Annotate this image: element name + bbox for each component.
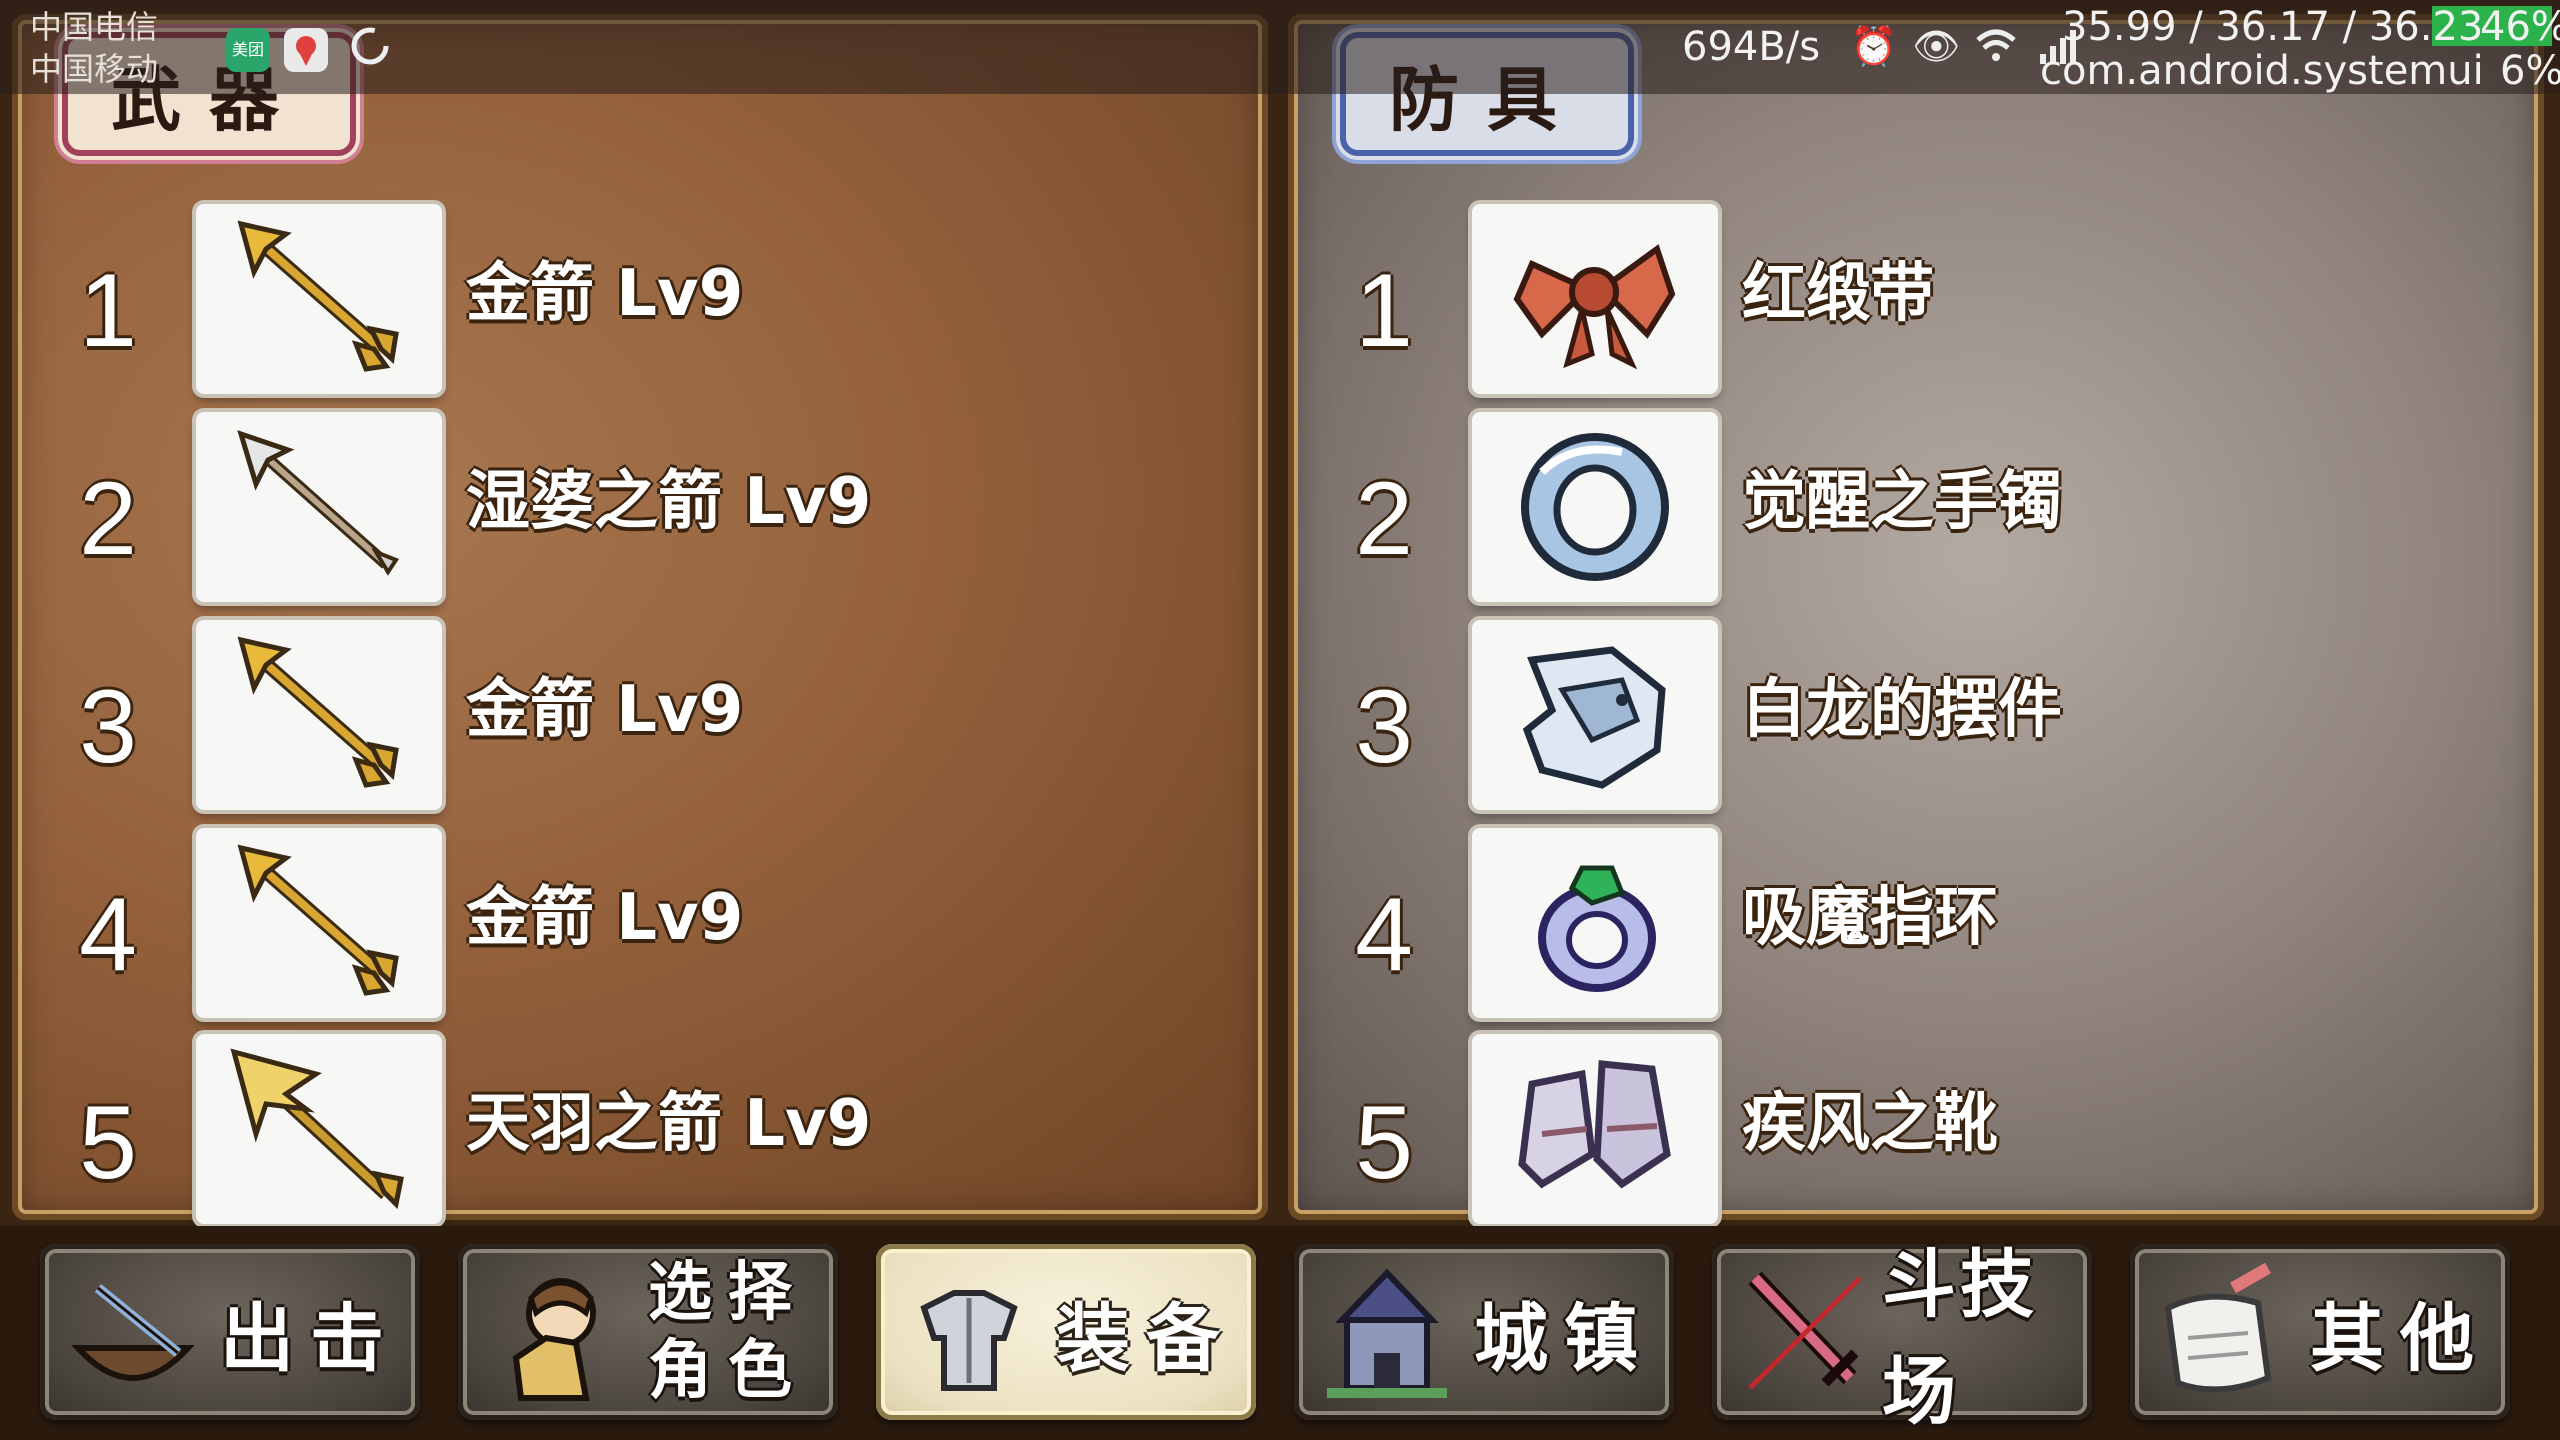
golden-arrow-icon — [237, 844, 399, 996]
network-speed: 694B/s — [1682, 24, 1821, 70]
select-character-label: 选择 角色 — [628, 1244, 828, 1420]
equipment-label: 装备 — [1056, 1295, 1236, 1382]
battery-percent-bottom: 6% — [2500, 48, 2560, 94]
weapon-slot-2[interactable] — [196, 412, 442, 602]
armor-row-number: 1 — [1355, 253, 1413, 369]
sortie-label: 出击 — [220, 1295, 400, 1382]
golden-arrow-icon — [237, 636, 399, 788]
weapon-row-number: 3 — [79, 669, 137, 785]
weapon-row-number: 2 — [79, 461, 137, 577]
bracelet-icon — [1521, 433, 1669, 581]
armor-slot-3[interactable] — [1472, 620, 1718, 810]
wifi-icon — [1974, 24, 2018, 68]
arena-button[interactable]: 斗技场 — [1712, 1242, 2092, 1435]
armor-name-3: 白龙的摆件 — [1742, 673, 2062, 747]
armor-row-number: 3 — [1355, 669, 1413, 785]
select-character-label-line1: 选择 — [648, 1256, 808, 1330]
armor-name-4: 吸魔指环 — [1742, 881, 1998, 955]
ship-icon — [71, 1284, 195, 1381]
character-icon — [512, 1278, 596, 1401]
ring-icon — [1538, 865, 1656, 992]
armor-name-2: 觉醒之手镯 — [1742, 465, 2062, 539]
armor-row-number: 4 — [1355, 877, 1413, 993]
armor-row-number: 2 — [1355, 461, 1413, 577]
equipment-button[interactable]: 装备 — [876, 1244, 1256, 1420]
select-character-label-line2: 角色 — [648, 1334, 808, 1408]
weapon-row-number: 4 — [79, 877, 137, 993]
weapon-row-number: 1 — [79, 253, 137, 369]
debug-line-2: com.android.systemui — [2040, 48, 2484, 94]
meituan-app-icon: 美团 — [226, 28, 270, 72]
town-label: 城镇 — [1474, 1295, 1654, 1382]
weapon-name-1: 金箭 Lv9 — [466, 257, 744, 331]
scroll-icon — [2164, 1262, 2272, 1393]
battery-percent-top: 46% — [2480, 4, 2560, 50]
sword-icon — [1748, 1271, 1862, 1390]
armor-row-number: 5 — [1355, 1085, 1413, 1201]
weapon-slot-4[interactable] — [196, 828, 442, 1018]
weapon-row-number: 5 — [79, 1085, 137, 1201]
weapon-name-2: 湿婆之箭 Lv9 — [466, 465, 872, 539]
castle-icon — [1327, 1268, 1447, 1398]
armor-slot-5[interactable] — [1472, 1034, 1718, 1224]
armor-slot-1[interactable] — [1472, 204, 1718, 394]
alarm-icon: ⏰ — [1850, 24, 1898, 68]
debug-line-1: 35.99 / 36.17 / 36.23 — [2062, 4, 2484, 50]
loading-icon — [348, 24, 392, 68]
status-bar: 中国电信 中国移动 美团 694B/s ⏰ 👁 35.99 / 36.17 / … — [0, 0, 2560, 94]
white-dragon-icon — [1522, 646, 1666, 789]
other-button[interactable]: 其他 — [2130, 1244, 2510, 1420]
select-character-button[interactable]: 选择 角色 — [458, 1244, 838, 1420]
other-label: 其他 — [2310, 1295, 2490, 1382]
boots-icon — [1518, 1060, 1671, 1189]
weapon-slot-3[interactable] — [196, 620, 442, 810]
carrier-label-1: 中国电信 — [30, 8, 159, 46]
town-button[interactable]: 城镇 — [1294, 1244, 1674, 1420]
maps-app-icon — [284, 28, 328, 72]
eye-icon: 👁 — [1912, 24, 1961, 68]
armor-name-5: 疾风之靴 — [1742, 1087, 1998, 1161]
sortie-button[interactable]: 出击 — [40, 1244, 420, 1420]
carrier-label-2: 中国移动 — [30, 50, 159, 88]
weapon-name-5: 天羽之箭 Lv9 — [466, 1087, 872, 1161]
red-ribbon-icon — [1513, 244, 1676, 370]
silver-arrow-icon — [237, 430, 400, 576]
armor-name-1: 红缎带 — [1742, 257, 1934, 331]
weapon-slot-1[interactable] — [196, 204, 442, 394]
feather-arrow-icon — [230, 1048, 404, 1210]
weapon-name-4: 金箭 Lv9 — [466, 881, 744, 955]
armor-slot-2[interactable] — [1472, 412, 1718, 602]
arena-label: 斗技场 — [1882, 1242, 2038, 1435]
weapon-name-3: 金箭 Lv9 — [466, 673, 744, 747]
golden-arrow-icon — [237, 220, 399, 372]
weapon-slot-5[interactable] — [196, 1034, 442, 1224]
armor-slot-4[interactable] — [1472, 828, 1718, 1018]
armor-icon — [920, 1290, 1018, 1391]
